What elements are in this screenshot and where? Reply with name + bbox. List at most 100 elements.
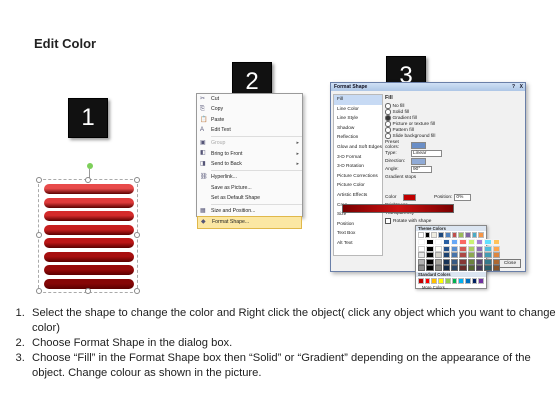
theme-shade-swatch[interactable] xyxy=(492,245,500,252)
theme-shade-swatch[interactable] xyxy=(492,239,500,245)
theme-shade-swatch[interactable] xyxy=(434,252,442,258)
menu-item-size-and-position[interactable]: ▦ Size and Position... xyxy=(197,206,302,216)
theme-shade-swatch[interactable] xyxy=(459,258,467,265)
theme-shade-swatch[interactable] xyxy=(476,258,484,265)
theme-color-swatch[interactable] xyxy=(418,232,424,238)
standard-color-swatch[interactable] xyxy=(438,278,444,284)
theme-shade-swatch[interactable] xyxy=(434,239,442,245)
theme-shade-swatch[interactable] xyxy=(476,239,484,245)
shape-bar[interactable] xyxy=(44,251,134,262)
theme-shade-swatch[interactable] xyxy=(434,245,442,252)
theme-shade-swatch[interactable] xyxy=(426,252,434,258)
theme-shade-swatch[interactable] xyxy=(426,265,434,271)
nav-item-shadow[interactable]: Shadow xyxy=(334,124,382,134)
shape-bar[interactable] xyxy=(44,278,134,289)
theme-color-swatch[interactable] xyxy=(424,232,431,238)
shape-bar[interactable] xyxy=(44,224,134,235)
menu-item-group[interactable]: ▣ Group ▸ xyxy=(197,138,302,148)
shape-bar[interactable] xyxy=(44,184,134,194)
nav-item-reflection[interactable]: Reflection xyxy=(334,133,382,143)
radio-button[interactable] xyxy=(385,103,391,109)
theme-color-swatch[interactable] xyxy=(471,232,478,238)
menu-item-send-to-back[interactable]: ◨ Send to Back ▸ xyxy=(197,159,302,169)
theme-shade-swatch[interactable] xyxy=(426,239,434,245)
theme-color-swatch[interactable] xyxy=(451,232,458,238)
theme-shade-swatch[interactable] xyxy=(484,258,492,265)
shape-bar[interactable] xyxy=(44,211,134,221)
shape-bar[interactable] xyxy=(44,197,134,208)
theme-color-swatch[interactable] xyxy=(458,232,464,238)
theme-shade-swatch[interactable] xyxy=(418,252,426,258)
theme-color-swatch[interactable] xyxy=(431,232,438,238)
radio-button[interactable] xyxy=(385,109,391,115)
menu-item-hyperlink[interactable]: ⛓ Hyperlink... xyxy=(197,172,302,182)
shape-bar[interactable] xyxy=(44,238,134,248)
theme-shade-swatch[interactable] xyxy=(459,265,467,271)
nav-item-line-color[interactable]: Line Color xyxy=(334,105,382,115)
nav-item-position[interactable]: Position xyxy=(334,220,382,230)
theme-shade-swatch[interactable] xyxy=(451,252,459,258)
theme-shade-swatch[interactable] xyxy=(426,245,434,252)
nav-item-text-box[interactable]: Text Box xyxy=(334,229,382,239)
menu-item-format-shape[interactable]: ◆ Format Shape... xyxy=(197,216,302,229)
standard-color-swatch[interactable] xyxy=(451,278,458,284)
theme-shade-swatch[interactable] xyxy=(434,258,442,265)
theme-shade-swatch[interactable] xyxy=(426,258,434,265)
theme-shade-swatch[interactable] xyxy=(484,245,492,252)
resize-handle-l[interactable] xyxy=(36,232,42,238)
theme-shade-swatch[interactable] xyxy=(467,239,476,245)
standard-color-swatch[interactable] xyxy=(464,278,471,284)
radio-button[interactable] xyxy=(385,115,391,121)
theme-shade-swatch[interactable] xyxy=(492,252,500,258)
selected-shape[interactable] xyxy=(36,163,140,294)
theme-shade-swatch[interactable] xyxy=(476,245,484,252)
theme-color-swatch[interactable] xyxy=(464,232,471,238)
menu-item-set-as-default-shape[interactable]: Set as Default Shape xyxy=(197,193,302,203)
theme-shade-swatch[interactable] xyxy=(434,265,442,271)
theme-shade-swatch[interactable] xyxy=(451,258,459,265)
direction-dropdown[interactable] xyxy=(411,157,426,165)
theme-color-swatch[interactable] xyxy=(444,232,451,238)
theme-shade-swatch[interactable] xyxy=(459,252,467,258)
standard-color-swatch[interactable] xyxy=(458,278,464,284)
radio-button[interactable] xyxy=(385,127,391,133)
resize-handle-tl[interactable] xyxy=(36,177,42,183)
theme-shade-swatch[interactable] xyxy=(459,239,467,245)
close-button[interactable]: Close xyxy=(499,259,521,268)
resize-handle-bl[interactable] xyxy=(36,288,42,294)
theme-shade-swatch[interactable] xyxy=(492,265,500,271)
standard-color-swatch[interactable] xyxy=(424,278,431,284)
menu-item-edit-text[interactable]: A Edit Text xyxy=(197,125,302,135)
theme-shade-swatch[interactable] xyxy=(451,245,459,252)
nav-item-3-d-format[interactable]: 3-D Format xyxy=(334,153,382,163)
theme-shade-swatch[interactable] xyxy=(418,258,426,265)
theme-shade-swatch[interactable] xyxy=(467,265,476,271)
shape-bar[interactable] xyxy=(44,265,134,275)
resize-handle-t[interactable] xyxy=(85,177,91,183)
theme-shade-swatch[interactable] xyxy=(467,252,476,258)
menu-item-copy[interactable]: ⎘ Copy xyxy=(197,104,302,114)
preset-colors-dropdown[interactable] xyxy=(411,141,426,149)
theme-shade-swatch[interactable] xyxy=(492,258,500,265)
nav-item-alt-text[interactable]: Alt Text xyxy=(334,239,382,249)
menu-item-save-as-picture[interactable]: Save as Picture... xyxy=(197,182,302,192)
standard-color-swatch[interactable] xyxy=(418,278,424,284)
nav-item-fill[interactable]: Fill xyxy=(334,95,382,105)
radio-button[interactable] xyxy=(385,133,391,139)
theme-shade-swatch[interactable] xyxy=(442,265,451,271)
standard-color-swatch[interactable] xyxy=(431,278,438,284)
theme-shade-swatch[interactable] xyxy=(476,265,484,271)
nav-item-artistic-effects[interactable]: Artistic Effects xyxy=(334,191,382,201)
theme-color-swatch[interactable] xyxy=(478,232,485,238)
theme-shade-swatch[interactable] xyxy=(442,245,451,252)
menu-item-bring-to-front[interactable]: ◧ Bring to Front ▸ xyxy=(197,148,302,158)
position-input[interactable]: 0% xyxy=(454,193,472,201)
theme-shade-swatch[interactable] xyxy=(418,239,426,245)
color-picker-button[interactable] xyxy=(403,193,416,201)
theme-shade-swatch[interactable] xyxy=(418,265,426,271)
standard-color-swatch[interactable] xyxy=(444,278,451,284)
theme-shade-swatch[interactable] xyxy=(442,252,451,258)
resize-handle-r[interactable] xyxy=(134,232,140,238)
rotation-handle[interactable] xyxy=(87,163,93,169)
help-button[interactable]: ? xyxy=(512,83,515,91)
